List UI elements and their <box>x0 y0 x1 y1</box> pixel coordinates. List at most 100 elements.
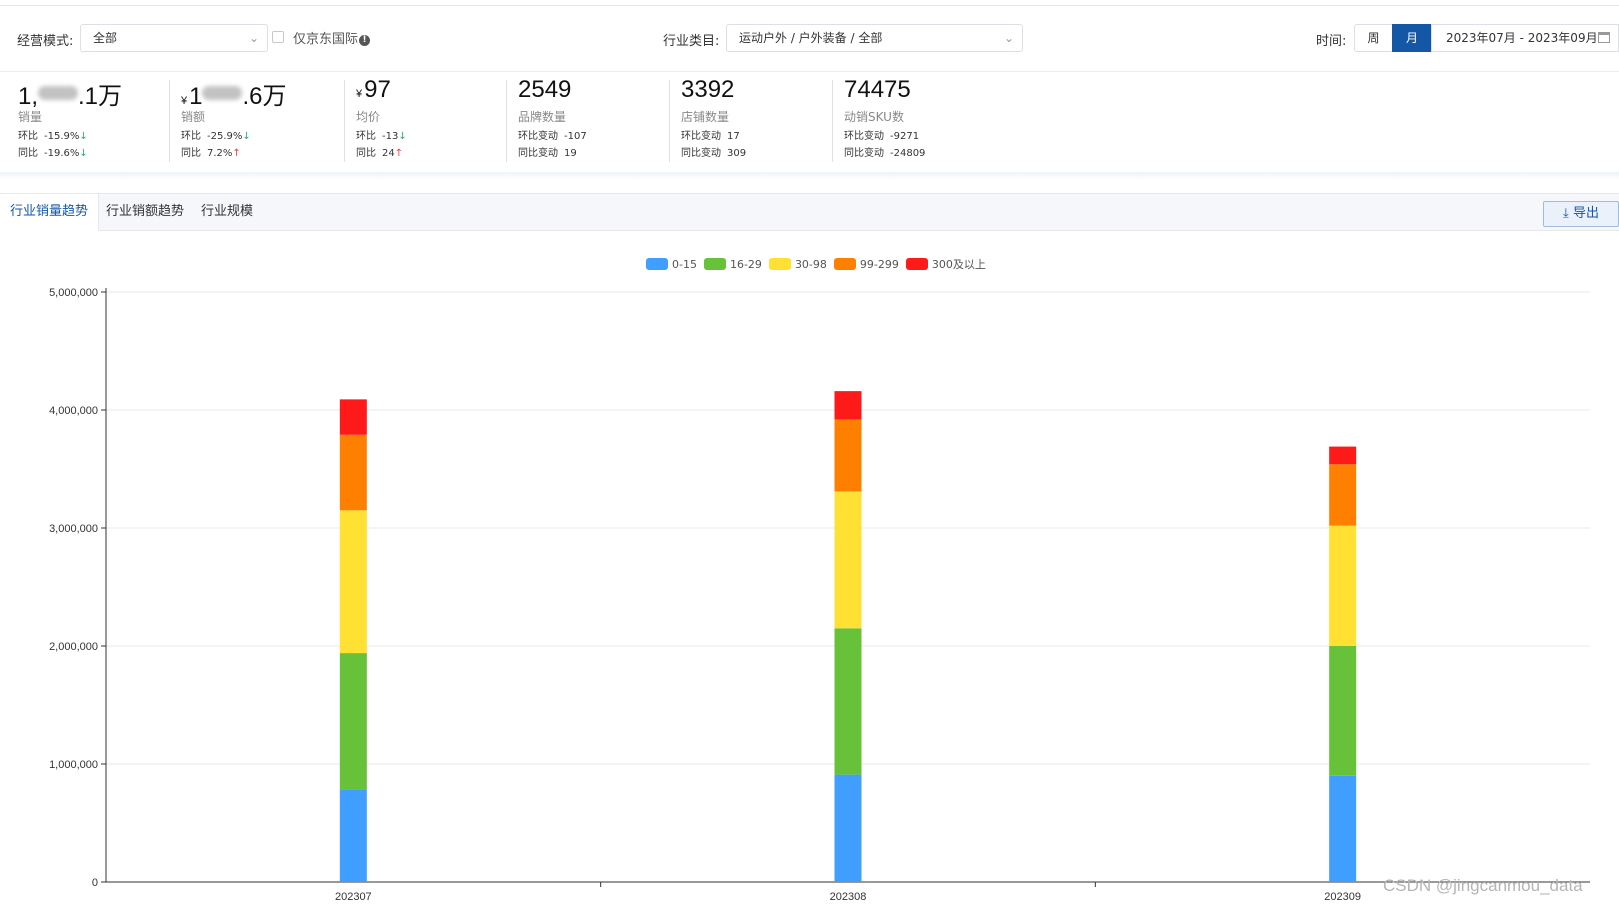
week-button[interactable]: 周 <box>1354 24 1393 52</box>
metric-change-row: 环比变动 -9271 <box>844 127 919 142</box>
metric-name: 店铺数量 <box>681 110 730 124</box>
metric-card: 2549 品牌数量环比变动 -107 同比变动 19 <box>518 76 658 162</box>
chevron-down-icon: ⌄ <box>1003 31 1014 45</box>
legend-swatch <box>646 258 668 270</box>
currency-symbol: ¥ <box>181 95 188 107</box>
bar-segment <box>339 399 367 435</box>
metric-value: ¥1 .6万 <box>181 76 287 111</box>
bar-segment <box>834 391 862 420</box>
change-label: 同比变动 <box>844 148 884 159</box>
tab-bar: 行业销量趋势 行业销额趋势 行业规模 ⤓ 导出 <box>0 193 1619 231</box>
change-label: 同比 <box>18 148 38 159</box>
change-label: 同比 <box>181 148 201 159</box>
change-value: 7.2% <box>207 148 233 159</box>
metric-separator <box>344 80 345 162</box>
change-label: 环比变动 <box>681 131 721 142</box>
change-value: 17 <box>727 131 740 142</box>
export-button[interactable]: ⤓ 导出 <box>1543 201 1619 227</box>
stacked-bar-chart: 0 1,000,000 2,000,000 3,000,000 4,000,000 5,0… <box>49 287 1590 903</box>
change-value: -107 <box>564 131 587 142</box>
arrow-down-icon: ↓ <box>398 131 407 142</box>
bar-segment <box>1329 446 1357 465</box>
metric-separator <box>169 80 170 162</box>
metric-value: 2549 <box>518 76 571 104</box>
currency-symbol: ¥ <box>356 88 363 100</box>
legend-swatch <box>768 258 791 270</box>
bar-segment <box>339 434 367 511</box>
change-value: -13 <box>382 131 399 142</box>
bar-segment <box>834 628 862 775</box>
metric-change-row: 环比 -25.9%↓ <box>181 127 251 142</box>
legend-swatch <box>703 258 726 270</box>
month-button[interactable]: 月 <box>1392 24 1432 52</box>
metric-change-row: 环比变动 -107 <box>518 127 587 142</box>
metric-name: 品牌数量 <box>518 110 567 124</box>
export-label: 导出 <box>1572 206 1599 221</box>
y-tick-label: 2,000,000 <box>49 641 98 653</box>
metric-card: ¥97 均价 环比 -13↓ 同比 24↑ <box>356 76 496 162</box>
bar-segment <box>339 510 367 654</box>
arrow-up-icon: ↑ <box>232 148 241 159</box>
category-select[interactable]: 运动户外 / 户外装备 / 全部 ⌄ <box>726 24 1023 52</box>
metric-value: 3392 <box>681 76 734 104</box>
metric-value: ¥97 <box>356 76 391 104</box>
change-value: -25.9% <box>207 131 243 142</box>
bar-segment <box>1329 646 1357 776</box>
jd-intl-label: 仅京东国际! <box>293 28 371 47</box>
metric-value-suffix: .6万 <box>242 83 287 110</box>
info-icon[interactable]: ! <box>359 35 371 46</box>
top-border <box>0 5 1619 6</box>
tab-sales-volume-trend[interactable]: 行业销量趋势 <box>0 194 100 231</box>
metric-value-prefix: 1, <box>18 83 39 110</box>
metric-separator <box>832 80 833 162</box>
change-label: 同比变动 <box>518 148 558 159</box>
bar-segment <box>339 653 367 790</box>
metric-card: ¥1 .6万 销额环比 -25.9%↓ 同比 7.2%↑ <box>181 76 341 162</box>
category-label: 行业类目: <box>663 34 720 49</box>
tab-industry-scale[interactable]: 行业规模 <box>191 194 263 231</box>
metric-change-row: 同比变动 19 <box>518 144 577 159</box>
metric-name: 动销SKU数 <box>844 110 904 124</box>
bar-segment <box>1329 775 1357 882</box>
chevron-down-icon: ⌄ <box>248 31 259 45</box>
y-tick-label: 3,000,000 <box>49 523 98 535</box>
change-label: 环比 <box>18 131 38 142</box>
tab-sales-amount-trend[interactable]: 行业销额趋势 <box>96 194 194 231</box>
metric-change-row: 同比 7.2%↑ <box>181 144 241 159</box>
redacted-digits <box>202 86 243 100</box>
mode-label: 经营模式: <box>17 34 74 49</box>
x-tick-label: 202309 <box>1324 891 1361 903</box>
change-value: -19.6% <box>44 148 80 159</box>
metric-name: 销额 <box>181 110 206 124</box>
metric-name: 销量 <box>18 110 43 124</box>
bar-segment <box>834 491 862 629</box>
bar-segment <box>834 419 862 492</box>
mode-select-value: 全部 <box>93 31 118 45</box>
watermark: CSDN @jingcanmou_data <box>1383 876 1583 895</box>
metric-name: 均价 <box>356 110 381 124</box>
y-tick-label: 5,000,000 <box>49 287 98 299</box>
metric-card: 74475 动销SKU数 环比变动 -9271 同比变动 -24809 <box>844 76 1004 162</box>
jd-intl-checkbox[interactable] <box>272 31 284 43</box>
metric-change-row: 环比 -15.9%↓ <box>18 127 88 142</box>
change-label: 环比 <box>181 131 201 142</box>
change-value: -9271 <box>890 131 920 142</box>
date-range-picker[interactable]: 2023年07月 - 2023年09月 <box>1431 24 1619 52</box>
change-value: 309 <box>727 148 747 159</box>
metric-separator <box>506 80 507 162</box>
change-value: 19 <box>564 148 577 159</box>
metric-change-row: 环比变动 17 <box>681 127 740 142</box>
bar-segment <box>834 774 862 882</box>
category-select-value: 运动户外 / 户外装备 / 全部 <box>739 31 883 45</box>
metric-value-prefix: 97 <box>364 76 391 103</box>
arrow-up-icon: ↑ <box>394 148 404 159</box>
metric-value-prefix: 2549 <box>518 76 572 103</box>
panel-shadow <box>0 172 1619 180</box>
mode-select[interactable]: 全部 ⌄ <box>80 24 268 52</box>
arrow-down-icon: ↓ <box>242 131 251 142</box>
x-tick-label: 202308 <box>830 891 867 903</box>
redacted-digits <box>38 86 79 100</box>
metric-separator <box>669 80 670 162</box>
calendar-icon <box>1598 32 1610 43</box>
metric-change-row: 同比变动 309 <box>681 144 746 159</box>
